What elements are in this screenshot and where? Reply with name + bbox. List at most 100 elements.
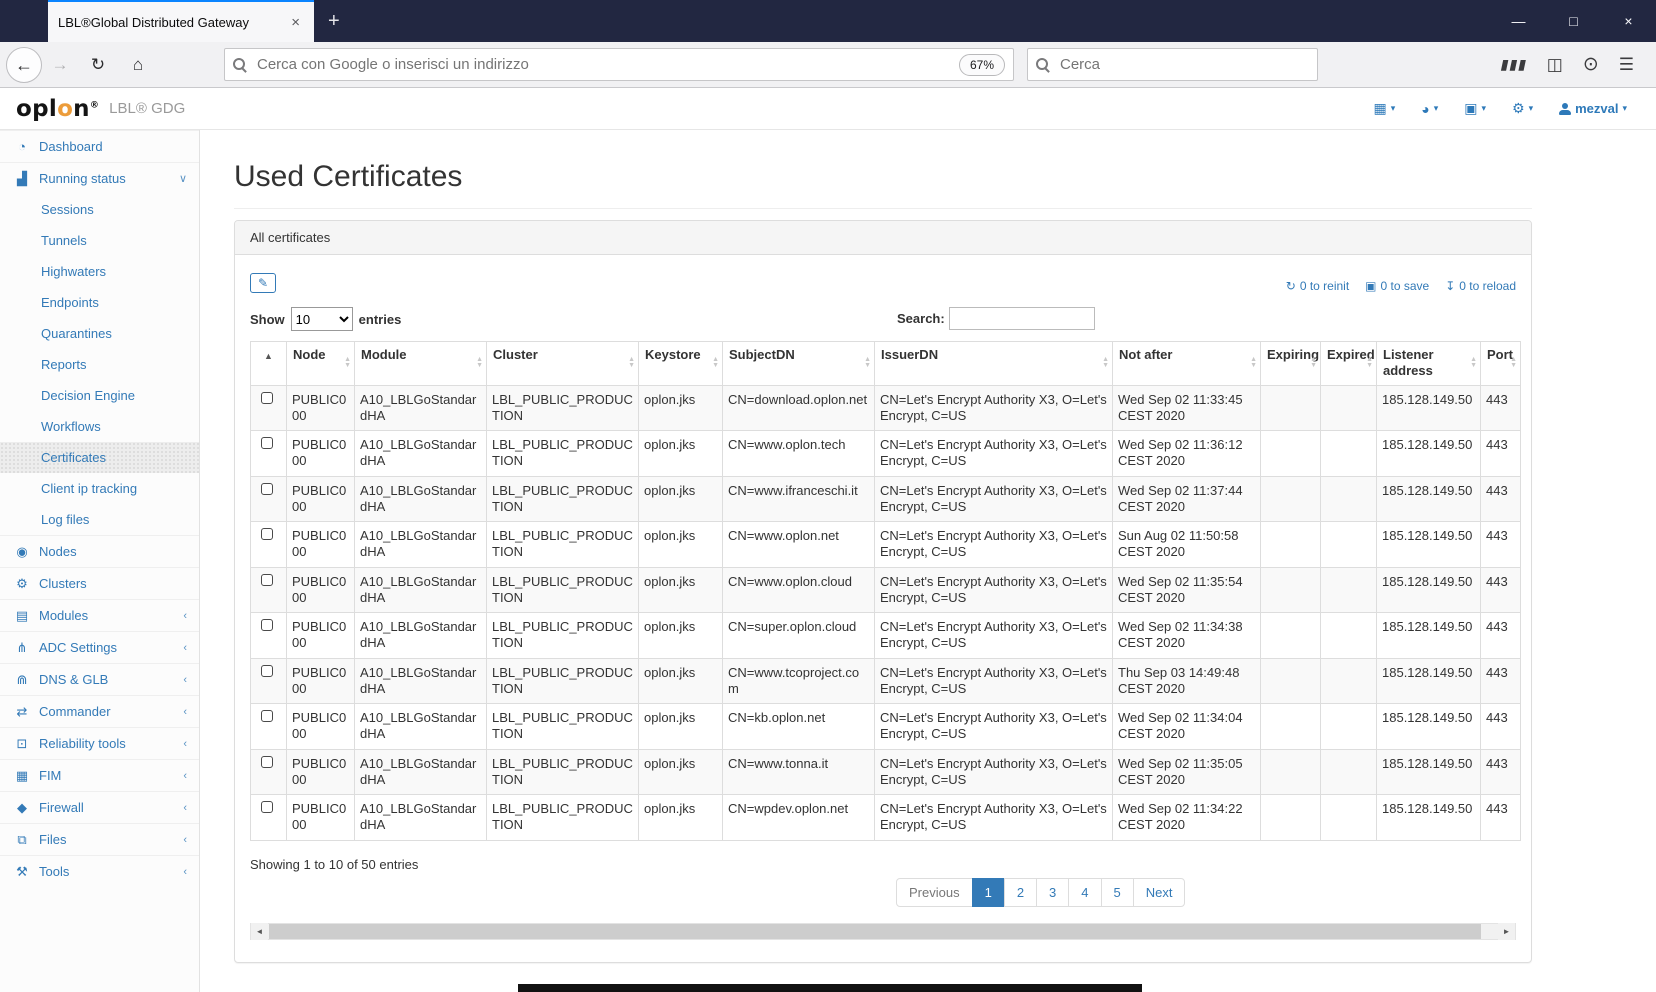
row-checkbox[interactable]: [261, 391, 273, 404]
column-header-node[interactable]: Node ▲ ▼: [286, 341, 355, 386]
column-header-issuerdn[interactable]: IssuerDN ▲ ▼: [874, 341, 1113, 386]
zoom-level-badge[interactable]: 67%: [958, 53, 1005, 76]
scrollbar-thumb[interactable]: [269, 923, 1481, 939]
sidebar-item-firewall[interactable]: ◆ Firewall ‹: [0, 791, 199, 823]
close-icon[interactable]: ×: [1601, 13, 1656, 29]
apps-menu[interactable]: ▦ ▾: [1373, 100, 1395, 117]
table-row[interactable]: PUBLIC000 A10_LBLGoStandardHA LBL_PUBLIC_P…: [250, 430, 1521, 477]
column-header-expiring[interactable]: Expiring ▲ ▼: [1260, 341, 1321, 386]
pagination-previous[interactable]: Previous: [896, 877, 973, 907]
sidebar-item-running-status[interactable]: ▟ Running status ∨: [0, 162, 199, 194]
pagination-page-2[interactable]: 2: [1003, 877, 1038, 907]
row-checkbox[interactable]: [261, 437, 273, 449]
sidebar-item-dashboard[interactable]: ◔ Dashboard: [0, 130, 199, 162]
table-row[interactable]: PUBLIC000 A10_LBLGoStandardHA LBL_PUBLIC_P…: [250, 748, 1521, 795]
column-header-keystore[interactable]: Keystore ▲ ▼: [638, 341, 723, 386]
user-menu[interactable]: mezval ▾: [1559, 101, 1627, 116]
home-button[interactable]: ⌂: [124, 55, 152, 75]
sidebar-item-files[interactable]: ⧉ Files ‹: [0, 823, 199, 855]
row-checkbox[interactable]: [261, 755, 273, 768]
sidebar-item-nodes[interactable]: ◉ Nodes: [0, 535, 199, 567]
sidebar-item-reports[interactable]: Reports: [0, 349, 199, 380]
back-button[interactable]: ←: [6, 46, 42, 83]
sidebar-item-reliability-tools[interactable]: ⊡ Reliability tools ‹: [0, 727, 199, 759]
row-checkbox[interactable]: [261, 710, 273, 722]
tab-close-icon[interactable]: ×: [287, 14, 304, 31]
table-row[interactable]: PUBLIC000 A10_LBLGoStandardHA LBL_PUBLIC_P…: [250, 566, 1521, 613]
row-checkbox[interactable]: [261, 528, 273, 540]
table-row[interactable]: PUBLIC000 A10_LBLGoStandardHA LBL_PUBLIC_P…: [250, 475, 1521, 522]
cell-port: 443: [1480, 384, 1521, 431]
table-row[interactable]: PUBLIC000 A10_LBLGoStandardHA LBL_PUBLIC_P…: [250, 703, 1521, 750]
pagination-next[interactable]: Next: [1132, 877, 1186, 907]
row-checkbox[interactable]: [261, 573, 273, 586]
new-tab-button[interactable]: +: [314, 6, 354, 37]
scroll-right-icon[interactable]: ►: [1498, 922, 1515, 940]
library-icon[interactable]: ▮▮▮: [1499, 56, 1529, 73]
reload-button[interactable]: ↻: [84, 55, 112, 75]
0-to-save-link[interactable]: ▣ 0 to save: [1365, 279, 1429, 293]
column-header-module[interactable]: Module ▲ ▼: [354, 341, 487, 386]
column-header-listener-address[interactable]: Listener address ▲ ▼: [1376, 341, 1481, 386]
row-checkbox[interactable]: [261, 664, 273, 677]
forward-button[interactable]: →: [46, 55, 74, 75]
table-row[interactable]: PUBLIC000 A10_LBLGoStandardHA LBL_PUBLIC_P…: [250, 612, 1521, 659]
row-checkbox[interactable]: [261, 482, 273, 495]
table-row[interactable]: PUBLIC000 A10_LBLGoStandardHA LBL_PUBLIC_P…: [250, 794, 1521, 841]
table-row[interactable]: PUBLIC000 A10_LBLGoStandardHA LBL_PUBLIC_P…: [250, 521, 1521, 568]
row-checkbox[interactable]: [261, 801, 273, 813]
column-header-not-after[interactable]: Not after ▲ ▼: [1112, 341, 1261, 386]
row-checkbox[interactable]: [261, 619, 273, 631]
cell-expiring: [1260, 384, 1321, 431]
pagination-page-1[interactable]: 1: [971, 877, 1005, 907]
table-row[interactable]: PUBLIC000 A10_LBLGoStandardHA LBL_PUBLIC_P…: [250, 384, 1521, 431]
sidebar-item-fim[interactable]: ▦ FIM ‹: [0, 759, 199, 791]
sidebar-item-modules[interactable]: ▤ Modules ‹: [0, 599, 199, 631]
column-header-expired[interactable]: Expired ▲ ▼: [1320, 341, 1377, 386]
sidebar-item-certificates[interactable]: Certificates: [0, 442, 199, 473]
account-icon[interactable]: ⊙: [1583, 53, 1599, 76]
sidebar-item-clusters[interactable]: ⚙ Clusters: [0, 567, 199, 599]
table-search-input[interactable]: [948, 307, 1095, 330]
menu-icon[interactable]: ☰: [1619, 55, 1634, 75]
maximize-icon[interactable]: □: [1546, 13, 1601, 29]
scroll-left-icon[interactable]: ◄: [251, 922, 268, 940]
browser-search-input[interactable]: [1058, 55, 1309, 74]
column-header-subjectdn[interactable]: SubjectDN ▲ ▼: [722, 341, 875, 386]
sidebar-item-tunnels[interactable]: Tunnels: [0, 225, 199, 256]
table-row[interactable]: PUBLIC000 A10_LBLGoStandardHA LBL_PUBLIC_P…: [250, 657, 1521, 704]
dashboard-menu[interactable]: ◕ ▾: [1421, 101, 1438, 117]
column-header-port[interactable]: Port ▲ ▼: [1480, 341, 1521, 386]
column-header-cluster[interactable]: Cluster ▲ ▼: [486, 341, 639, 386]
sidebar-item-client-ip-tracking[interactable]: Client ip tracking: [0, 473, 199, 504]
sidebar-item-tools[interactable]: ⚒ Tools ‹: [0, 855, 199, 887]
sidebar-toggle-icon[interactable]: ◫: [1547, 55, 1563, 75]
sidebar-item-log-files[interactable]: Log files: [0, 504, 199, 535]
minimize-icon[interactable]: —: [1491, 13, 1546, 29]
edit-icon[interactable]: ✎: [250, 273, 277, 293]
pagination-page-5[interactable]: 5: [1100, 877, 1134, 907]
sort-column-header[interactable]: ▲: [250, 341, 287, 386]
settings-menu[interactable]: ⚙ ▾: [1512, 100, 1533, 117]
browser-tab[interactable]: LBL®Global Distributed Gateway ×: [48, 0, 314, 42]
0-to-reload-link[interactable]: ↧ 0 to reload: [1445, 279, 1516, 293]
save-menu[interactable]: ▣ ▾: [1464, 100, 1486, 117]
browser-search-bar[interactable]: [1027, 48, 1318, 81]
sidebar-item-adc-settings[interactable]: ⋔ ADC Settings ‹: [0, 631, 199, 663]
sidebar-item-dns-glb[interactable]: ⋒ DNS & GLB ‹: [0, 663, 199, 695]
sidebar-item-workflows[interactable]: Workflows: [0, 411, 199, 442]
sidebar-item-decision-engine[interactable]: Decision Engine: [0, 380, 199, 411]
sidebar-item-highwaters[interactable]: Highwaters: [0, 256, 199, 287]
sidebar-item-sessions[interactable]: Sessions: [0, 194, 199, 225]
sidebar-item-quarantines[interactable]: Quarantines: [0, 318, 199, 349]
page-length-select[interactable]: 10: [290, 307, 353, 331]
sitemap-icon: ⋔: [16, 639, 28, 655]
sort-icon: ▲ ▼: [1310, 356, 1317, 370]
sidebar-item-commander[interactable]: ⇄ Commander ‹: [0, 695, 199, 727]
sidebar-item-endpoints[interactable]: Endpoints: [0, 287, 199, 318]
url-input[interactable]: [255, 55, 959, 74]
pagination-page-4[interactable]: 4: [1068, 877, 1102, 907]
url-bar[interactable]: 67%: [224, 48, 1014, 81]
0-to-reinit-link[interactable]: ↻ 0 to reinit: [1286, 279, 1349, 293]
pagination-page-3[interactable]: 3: [1036, 877, 1070, 907]
